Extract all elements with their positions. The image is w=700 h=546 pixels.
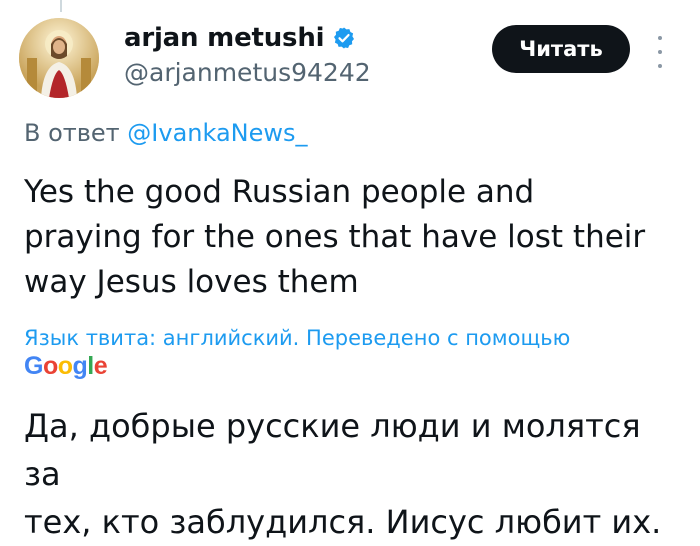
- author-display-name[interactable]: arjan metushi: [124, 23, 325, 53]
- translated-text-line: Да, добрые русские люди и молятся за: [24, 407, 641, 493]
- tweet-text: Yes the good Russian people and praying …: [24, 170, 664, 305]
- translation-note[interactable]: Язык твита: английский. Переведено с пом…: [24, 326, 570, 350]
- author-handle[interactable]: @arjanmetus94242: [124, 58, 371, 87]
- translated-text: Да, добрые русские люди и молятся за тех…: [24, 402, 684, 546]
- tweet-text-line: Yes the good Russian people and: [24, 174, 535, 210]
- reply-prefix: В ответ: [24, 119, 128, 147]
- thread-connector-line: [60, 0, 62, 12]
- avatar[interactable]: [19, 18, 99, 98]
- more-dot: [658, 50, 662, 54]
- translated-text-line: тех, кто заблудился. Иисус любит их.: [24, 503, 662, 541]
- more-dot: [658, 64, 662, 68]
- verified-badge-icon: [332, 26, 356, 50]
- more-vertical-icon[interactable]: [650, 36, 670, 68]
- reply-target-link[interactable]: @IvankaNews_: [127, 119, 307, 147]
- tweet-text-line: praying for the ones that have lost thei…: [24, 219, 646, 255]
- tweet-text-line: way Jesus loves them: [24, 264, 359, 300]
- more-dot: [658, 36, 662, 40]
- author-name-row[interactable]: arjan metushi: [124, 20, 356, 56]
- follow-button[interactable]: Читать: [492, 25, 630, 73]
- google-logo: Google: [24, 352, 108, 380]
- reply-context: В ответ @IvankaNews_: [24, 119, 308, 147]
